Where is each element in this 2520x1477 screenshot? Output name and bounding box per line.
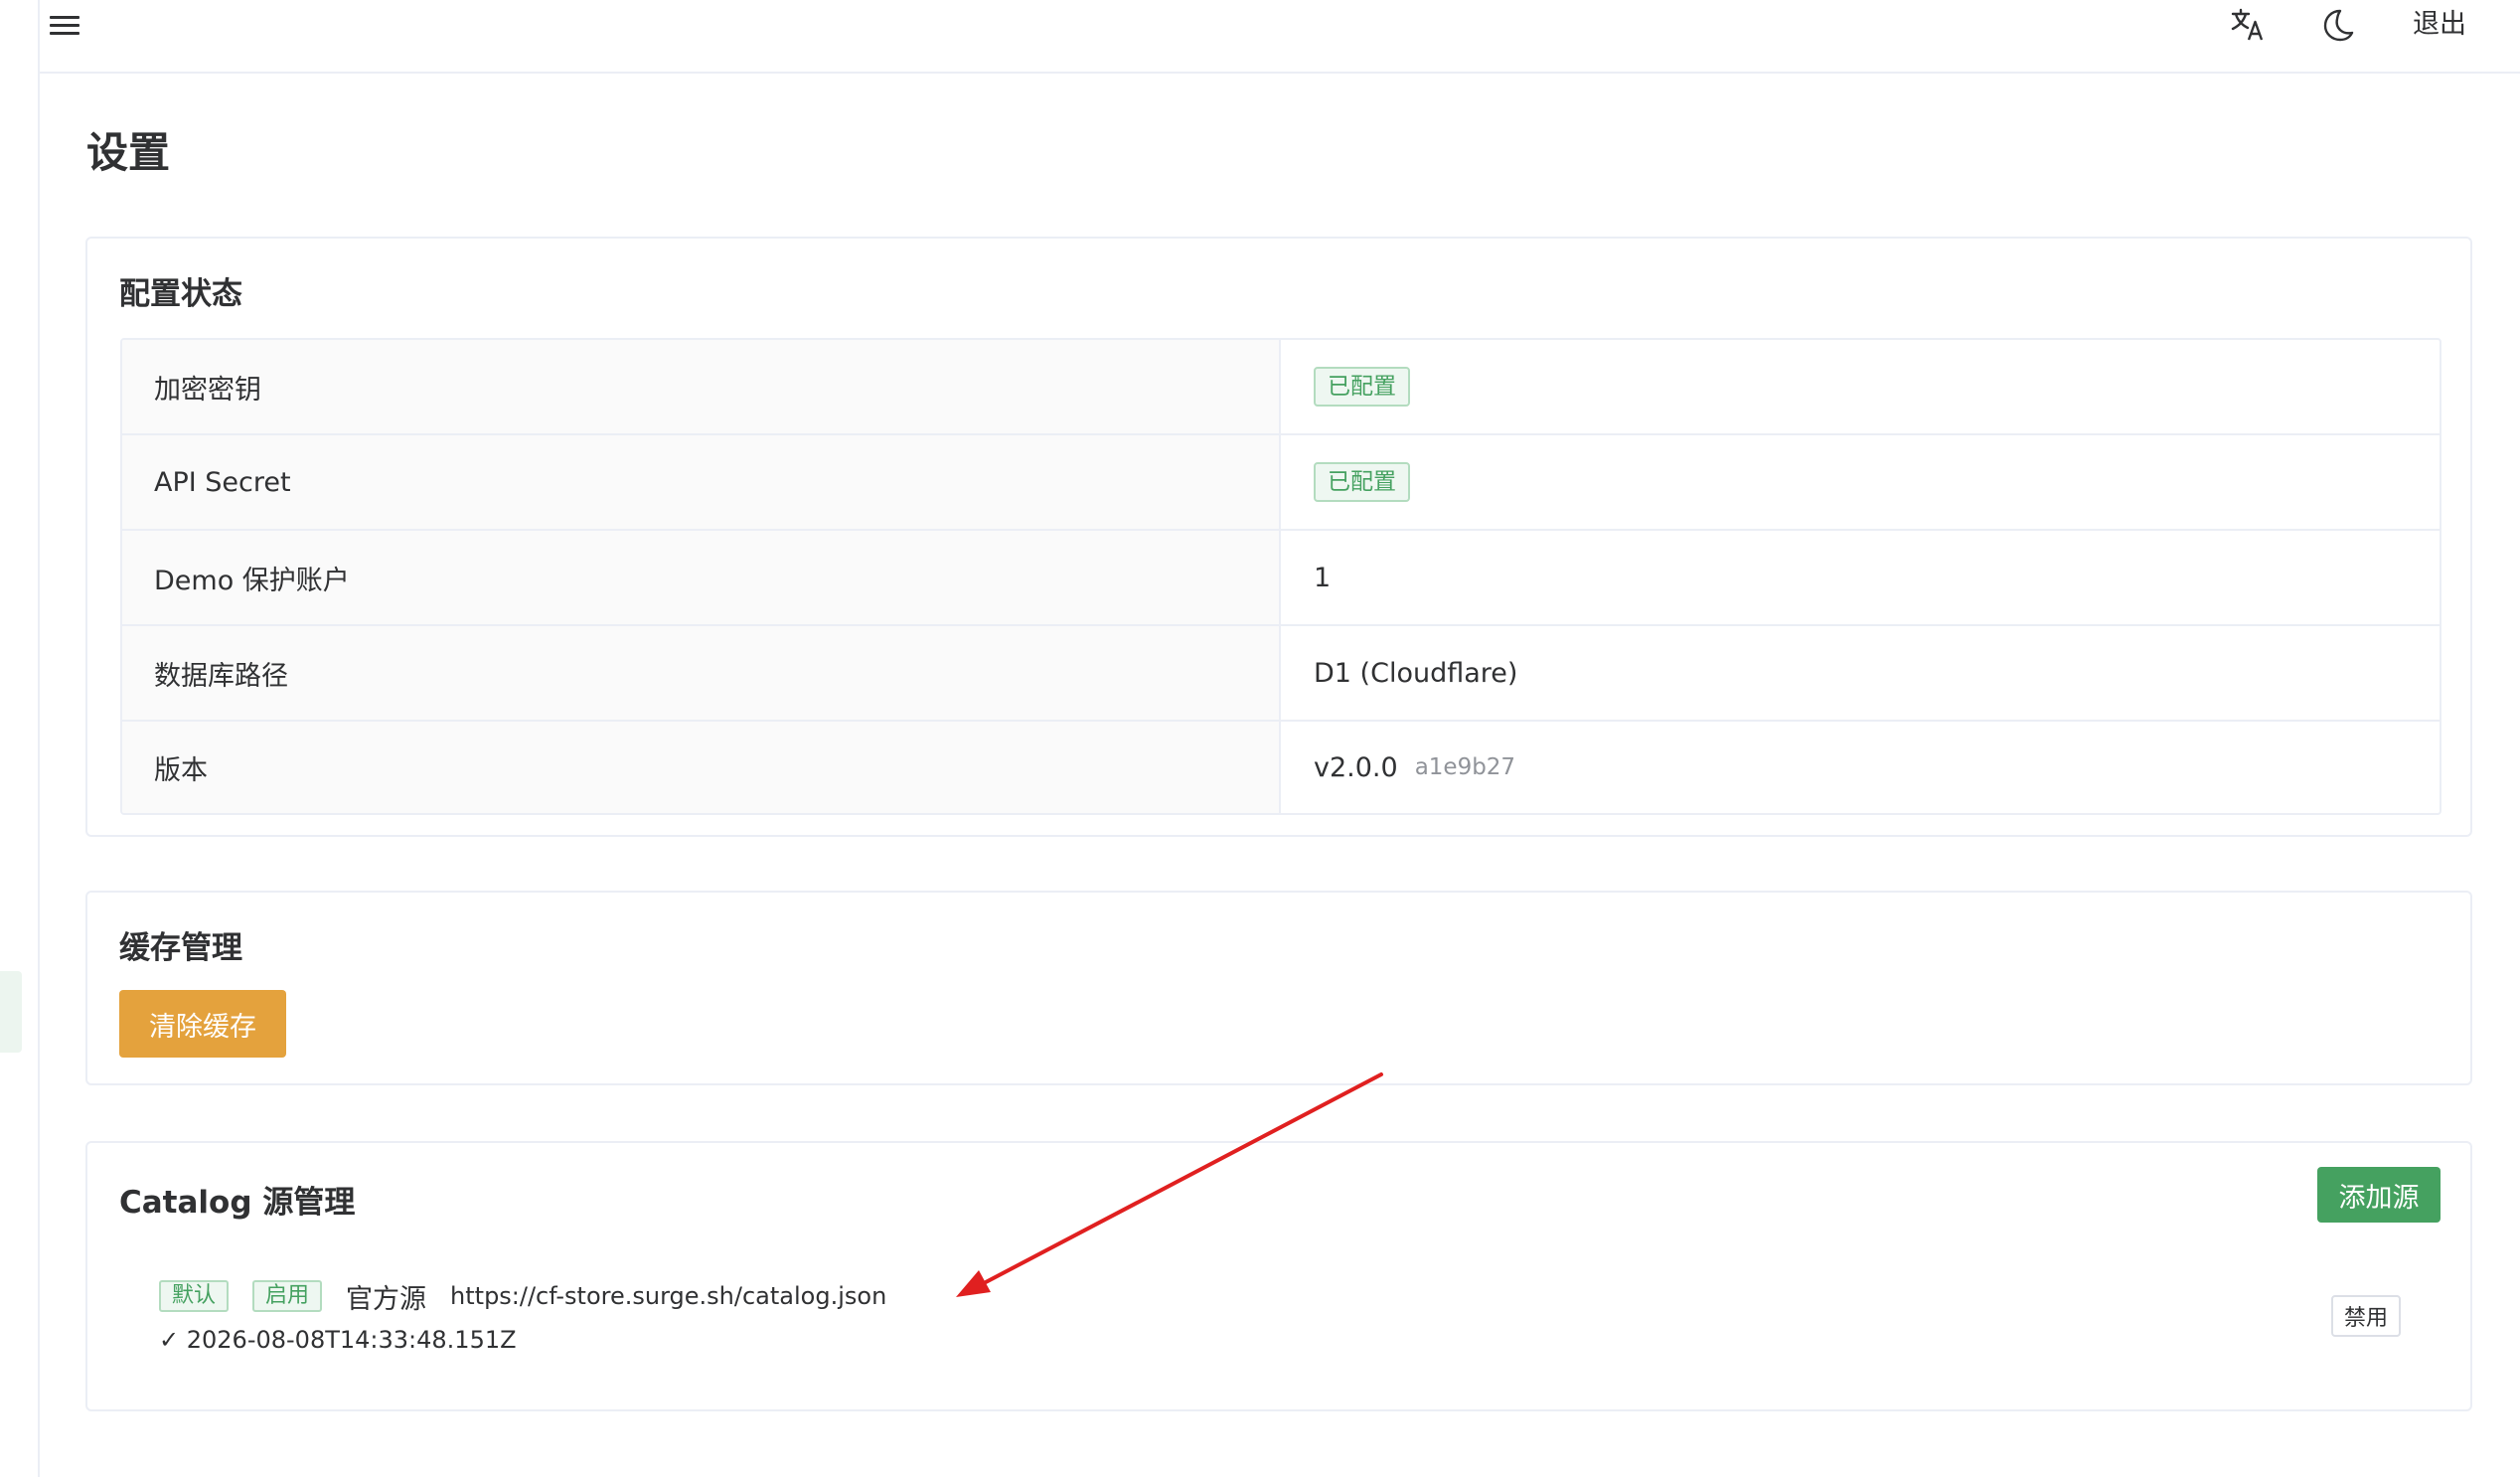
- source-sync-time: ✓ 2026-08-08T14:33:48.151Z: [159, 1326, 517, 1354]
- disable-source-button[interactable]: 禁用: [2331, 1295, 2401, 1337]
- config-status-title: 配置状态: [119, 276, 242, 312]
- cache-title: 缓存管理: [119, 930, 242, 966]
- row-value: 1: [1314, 562, 1332, 593]
- cache-card: 缓存管理 清除缓存: [85, 891, 2472, 1085]
- page-title: 设置: [86, 128, 171, 177]
- table-row: API Secret 已配置: [122, 435, 2440, 531]
- table-row: 加密密钥 已配置: [122, 340, 2440, 435]
- config-status-table: 加密密钥 已配置 API Secret 已配置 Demo 保护账户 1 数据库路…: [120, 338, 2441, 815]
- version-hash: a1e9b27: [1414, 754, 1516, 780]
- status-badge: 已配置: [1314, 462, 1410, 502]
- row-label: 加密密钥: [122, 340, 1281, 433]
- default-tag: 默认: [159, 1280, 230, 1312]
- sidebar-active-indicator[interactable]: [0, 971, 22, 1053]
- catalog-title: Catalog 源管理: [119, 1185, 356, 1221]
- clear-cache-button[interactable]: 清除缓存: [119, 990, 286, 1058]
- table-row: 数据库路径 D1 (Cloudflare): [122, 626, 2440, 722]
- version-number: v2.0.0: [1314, 751, 1398, 783]
- catalog-card: Catalog 源管理 添加源 默认 启用 官方源 https://cf-sto…: [85, 1141, 2472, 1411]
- source-name: 官方源: [346, 1283, 427, 1315]
- moon-icon[interactable]: [2316, 0, 2360, 50]
- row-label: 版本: [122, 722, 1281, 813]
- top-bar: [40, 0, 2520, 74]
- translate-icon[interactable]: [2226, 0, 2270, 50]
- row-label: 数据库路径: [122, 626, 1281, 720]
- source-url: https://cf-store.surge.sh/catalog.json: [450, 1282, 887, 1310]
- status-badge: 已配置: [1314, 367, 1410, 407]
- enabled-tag: 启用: [252, 1280, 323, 1312]
- logout-button[interactable]: 退出: [2413, 2, 2466, 41]
- row-value: D1 (Cloudflare): [1314, 657, 1518, 689]
- row-label: API Secret: [122, 435, 1281, 529]
- config-status-card: 配置状态 加密密钥 已配置 API Secret 已配置 Demo 保护账户 1…: [85, 237, 2472, 837]
- sidebar: [0, 0, 40, 1477]
- add-source-button[interactable]: 添加源: [2317, 1167, 2441, 1223]
- table-row: 版本 v2.0.0 a1e9b27: [122, 722, 2440, 813]
- hamburger-menu-icon[interactable]: [50, 16, 79, 38]
- list-item: 默认 启用 官方源 https://cf-store.surge.sh/cata…: [159, 1276, 886, 1316]
- table-row: Demo 保护账户 1: [122, 531, 2440, 626]
- row-label: Demo 保护账户: [122, 531, 1281, 624]
